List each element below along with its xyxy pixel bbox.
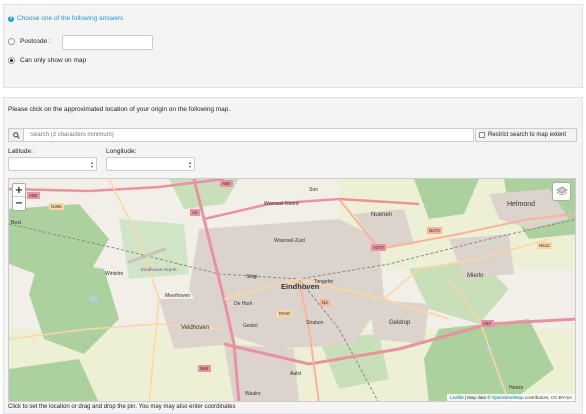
restrict-checkbox[interactable]	[479, 132, 485, 138]
latitude-spinner-icon[interactable]: ▲ ▼	[90, 161, 94, 169]
zoom-in-button[interactable]: +	[13, 184, 25, 197]
zoom-control: + −	[12, 183, 26, 211]
search-button[interactable]	[9, 129, 24, 141]
option-map-only-label: Can only show on map	[20, 57, 87, 64]
attribution-data-text: | Map data ©	[463, 395, 492, 400]
question-text: Choose one of the following answers	[17, 15, 124, 22]
location-map[interactable]: Eindhoven Woensel-Noord Woensel-Zuid Nue…	[8, 178, 576, 402]
osm-link[interactable]: OpenStreetMap	[492, 395, 524, 400]
restrict-toggle[interactable]: Restrict search to map extent	[475, 128, 577, 142]
longitude-input[interactable]: ▲ ▼	[106, 157, 195, 171]
layers-icon	[555, 186, 568, 196]
map-only-radio[interactable]	[8, 57, 15, 64]
option-postcode[interactable]: Postcode :	[8, 38, 51, 45]
option-postcode-label: Postcode :	[20, 38, 51, 45]
latitude-label: Latitude:	[8, 148, 33, 155]
postcode-radio[interactable]	[8, 38, 15, 45]
attribution-license-text: contributors, CC-BY-SA	[523, 395, 572, 400]
postcode-input[interactable]	[62, 35, 153, 50]
leaflet-link[interactable]: Leaflet	[450, 395, 464, 400]
map-attribution: Leaflet | Map data © OpenStreetMap contr…	[447, 394, 575, 401]
latitude-input[interactable]: ▲ ▼	[8, 157, 97, 171]
restrict-label: Restrict search to map extent	[488, 132, 567, 138]
map-tiles[interactable]	[9, 179, 576, 402]
search-input[interactable]	[24, 132, 464, 138]
map-footer-hint: Click to set the location or drag and dr…	[8, 404, 236, 410]
longitude-label: Longitude:	[106, 148, 137, 155]
question-icon: ?	[8, 15, 14, 22]
option-map-only[interactable]: Can only show on map	[8, 57, 86, 64]
question-prompt: ? Choose one of the following answers	[8, 15, 123, 22]
map-instruction: Please click on the approximated locatio…	[8, 106, 231, 113]
map-search-bar	[8, 128, 474, 142]
longitude-spinner-icon[interactable]: ▲ ▼	[188, 161, 192, 169]
zoom-out-button[interactable]: −	[13, 197, 25, 210]
layers-button[interactable]	[552, 182, 571, 201]
search-icon	[12, 131, 20, 139]
